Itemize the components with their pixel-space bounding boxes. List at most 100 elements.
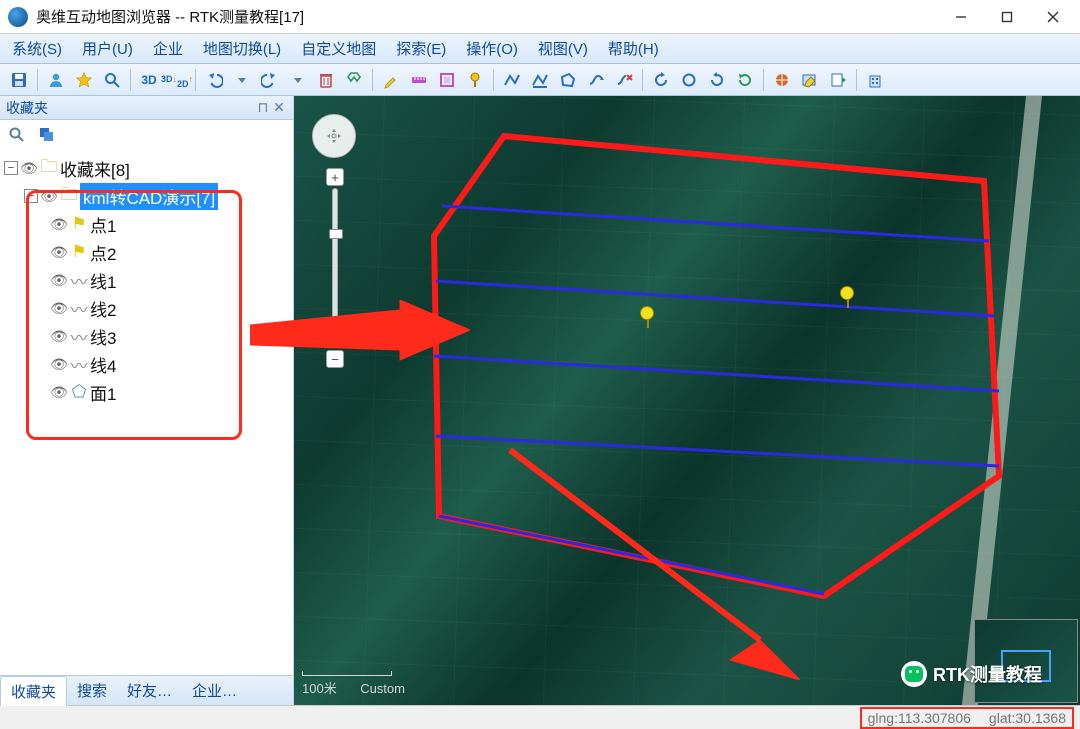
sidebar-toolbar — [0, 120, 293, 150]
save-icon[interactable] — [6, 67, 32, 93]
map-pin-2[interactable] — [840, 286, 856, 308]
export-icon[interactable] — [825, 67, 851, 93]
menu-help[interactable]: 帮助(H) — [602, 35, 665, 62]
tree-item[interactable]: 👁⚑点2 — [46, 238, 293, 266]
latitude-label: glat:30.1368 — [989, 710, 1066, 726]
zoom-out-button[interactable]: − — [326, 350, 344, 368]
folder-icon: 🗀 — [60, 187, 78, 205]
close-panel-icon[interactable]: ✕ — [271, 100, 287, 116]
collapse-icon[interactable]: − — [4, 161, 18, 175]
circle-icon[interactable] — [676, 67, 702, 93]
menu-bar: 系统(S) 用户(U) 企业 地图切换(L) 自定义地图 探索(E) 操作(O)… — [0, 34, 1080, 64]
pin-icon[interactable] — [462, 67, 488, 93]
grid-icon[interactable] — [769, 67, 795, 93]
visibility-icon[interactable]: 👁 — [20, 160, 38, 177]
collapse-icon[interactable]: − — [24, 189, 38, 203]
redo-icon[interactable] — [257, 67, 283, 93]
area-icon[interactable] — [434, 67, 460, 93]
tab-enterprise[interactable]: 企业… — [182, 676, 247, 705]
recycle-icon[interactable] — [341, 67, 367, 93]
tree-item-label: 点1 — [90, 212, 116, 237]
longitude-label: glng:113.307806 — [868, 710, 971, 726]
view-3d2d-button[interactable]: 3D↓2D↑ — [164, 67, 190, 93]
tree-folder[interactable]: − 👁 🗀 kml转CAD演示[7] — [20, 182, 293, 210]
sidebar-cascade-icon[interactable] — [36, 124, 58, 146]
toolbar: 3D 3D↓2D↑ — [0, 64, 1080, 96]
route-icon[interactable] — [527, 67, 553, 93]
menu-system[interactable]: 系统(S) — [6, 35, 68, 62]
arc-ccw-icon[interactable] — [648, 67, 674, 93]
ruler-icon[interactable] — [406, 67, 432, 93]
tree-item[interactable]: 👁〰线2 — [46, 294, 293, 322]
scale-bar: 100米 Custom — [302, 671, 405, 697]
map-canvas[interactable]: + − 100米 Custom — [294, 96, 1080, 705]
minimize-button[interactable] — [938, 2, 984, 32]
arc-cw-icon[interactable] — [704, 67, 730, 93]
point-icon: ⚑ — [70, 215, 88, 233]
maximize-button[interactable] — [984, 2, 1030, 32]
undo-menu-icon[interactable] — [229, 67, 255, 93]
eyedropper-icon[interactable] — [378, 67, 404, 93]
user-icon[interactable] — [43, 67, 69, 93]
pan-control[interactable] — [312, 114, 356, 158]
app-icon — [8, 7, 28, 27]
view-3d-button[interactable]: 3D — [136, 67, 162, 93]
menu-map-switch[interactable]: 地图切换(L) — [197, 35, 287, 62]
visibility-icon[interactable]: 👁 — [50, 272, 68, 289]
menu-user[interactable]: 用户(U) — [76, 35, 139, 62]
window-title: 奥维互动地图浏览器 -- RTK测量教程[17] — [36, 6, 938, 27]
tree-item[interactable]: 👁〰线3 — [46, 322, 293, 350]
tree-item[interactable]: 👁⚑点1 — [46, 210, 293, 238]
tab-favorites[interactable]: 收藏夹 — [0, 676, 67, 706]
clear-track-icon[interactable] — [611, 67, 637, 93]
redo-menu-icon[interactable] — [285, 67, 311, 93]
watermark-text: RTK测量教程 — [933, 661, 1042, 687]
tree-item[interactable]: 👁〰线1 — [46, 266, 293, 294]
title-bar: 奥维互动地图浏览器 -- RTK测量教程[17] — [0, 0, 1080, 34]
sidebar-search-icon[interactable] — [6, 124, 28, 146]
tab-search[interactable]: 搜索 — [67, 676, 117, 705]
zoom-thumb[interactable] — [329, 229, 343, 239]
zoom-in-button[interactable]: + — [326, 168, 344, 186]
tree-item-label: 线3 — [90, 324, 116, 349]
favorites-tree[interactable]: − 👁 🗀 收藏来[8] − 👁 🗀 kml转CAD演示[7] 👁⚑点1👁⚑点2… — [0, 150, 293, 675]
visibility-icon[interactable]: 👁 — [50, 384, 68, 401]
tree-item[interactable]: 👁〰线4 — [46, 350, 293, 378]
path-icon[interactable] — [499, 67, 525, 93]
status-bar: glng:113.307806 glat:30.1368 — [0, 705, 1080, 729]
polygon-icon[interactable] — [555, 67, 581, 93]
menu-custom-map[interactable]: 自定义地图 — [295, 35, 382, 62]
favorite-icon[interactable] — [71, 67, 97, 93]
tab-friends[interactable]: 好友… — [117, 676, 182, 705]
delete-icon[interactable] — [313, 67, 339, 93]
visibility-icon[interactable]: 👁 — [50, 300, 68, 317]
edit-layer-icon[interactable] — [797, 67, 823, 93]
search-icon[interactable] — [99, 67, 125, 93]
close-button[interactable] — [1030, 2, 1076, 32]
visibility-icon[interactable]: 👁 — [50, 328, 68, 345]
line-icon: 〰 — [70, 271, 88, 289]
tree-root[interactable]: − 👁 🗀 收藏来[8] — [0, 154, 293, 182]
menu-operate[interactable]: 操作(O) — [460, 35, 524, 62]
tree-item[interactable]: 👁⬠面1 — [46, 378, 293, 406]
sidebar-title: 收藏夹 — [6, 98, 48, 118]
sidebar: 收藏夹 ⊓ ✕ − 👁 🗀 收藏来[8] − 👁 🗀 kml转CAD演示[7] … — [0, 96, 294, 705]
polygon-icon: ⬠ — [70, 383, 88, 401]
line-icon: 〰 — [70, 299, 88, 317]
visibility-icon[interactable]: 👁 — [40, 188, 58, 205]
visibility-icon[interactable]: 👁 — [50, 244, 68, 261]
track-icon[interactable] — [583, 67, 609, 93]
menu-enterprise[interactable]: 企业 — [147, 35, 189, 62]
visibility-icon[interactable]: 👁 — [50, 356, 68, 373]
visibility-icon[interactable]: 👁 — [50, 216, 68, 233]
menu-view[interactable]: 视图(V) — [532, 35, 594, 62]
tree-root-label: 收藏来[8] — [60, 156, 130, 181]
undo-icon[interactable] — [201, 67, 227, 93]
map-pin-1[interactable] — [640, 306, 656, 328]
pin-panel-icon[interactable]: ⊓ — [255, 100, 271, 116]
zoom-slider[interactable] — [332, 188, 338, 348]
main-area: 收藏夹 ⊓ ✕ − 👁 🗀 收藏来[8] − 👁 🗀 kml转CAD演示[7] … — [0, 96, 1080, 705]
menu-explore[interactable]: 探索(E) — [390, 35, 452, 62]
refresh-icon[interactable] — [732, 67, 758, 93]
building-icon[interactable] — [862, 67, 888, 93]
